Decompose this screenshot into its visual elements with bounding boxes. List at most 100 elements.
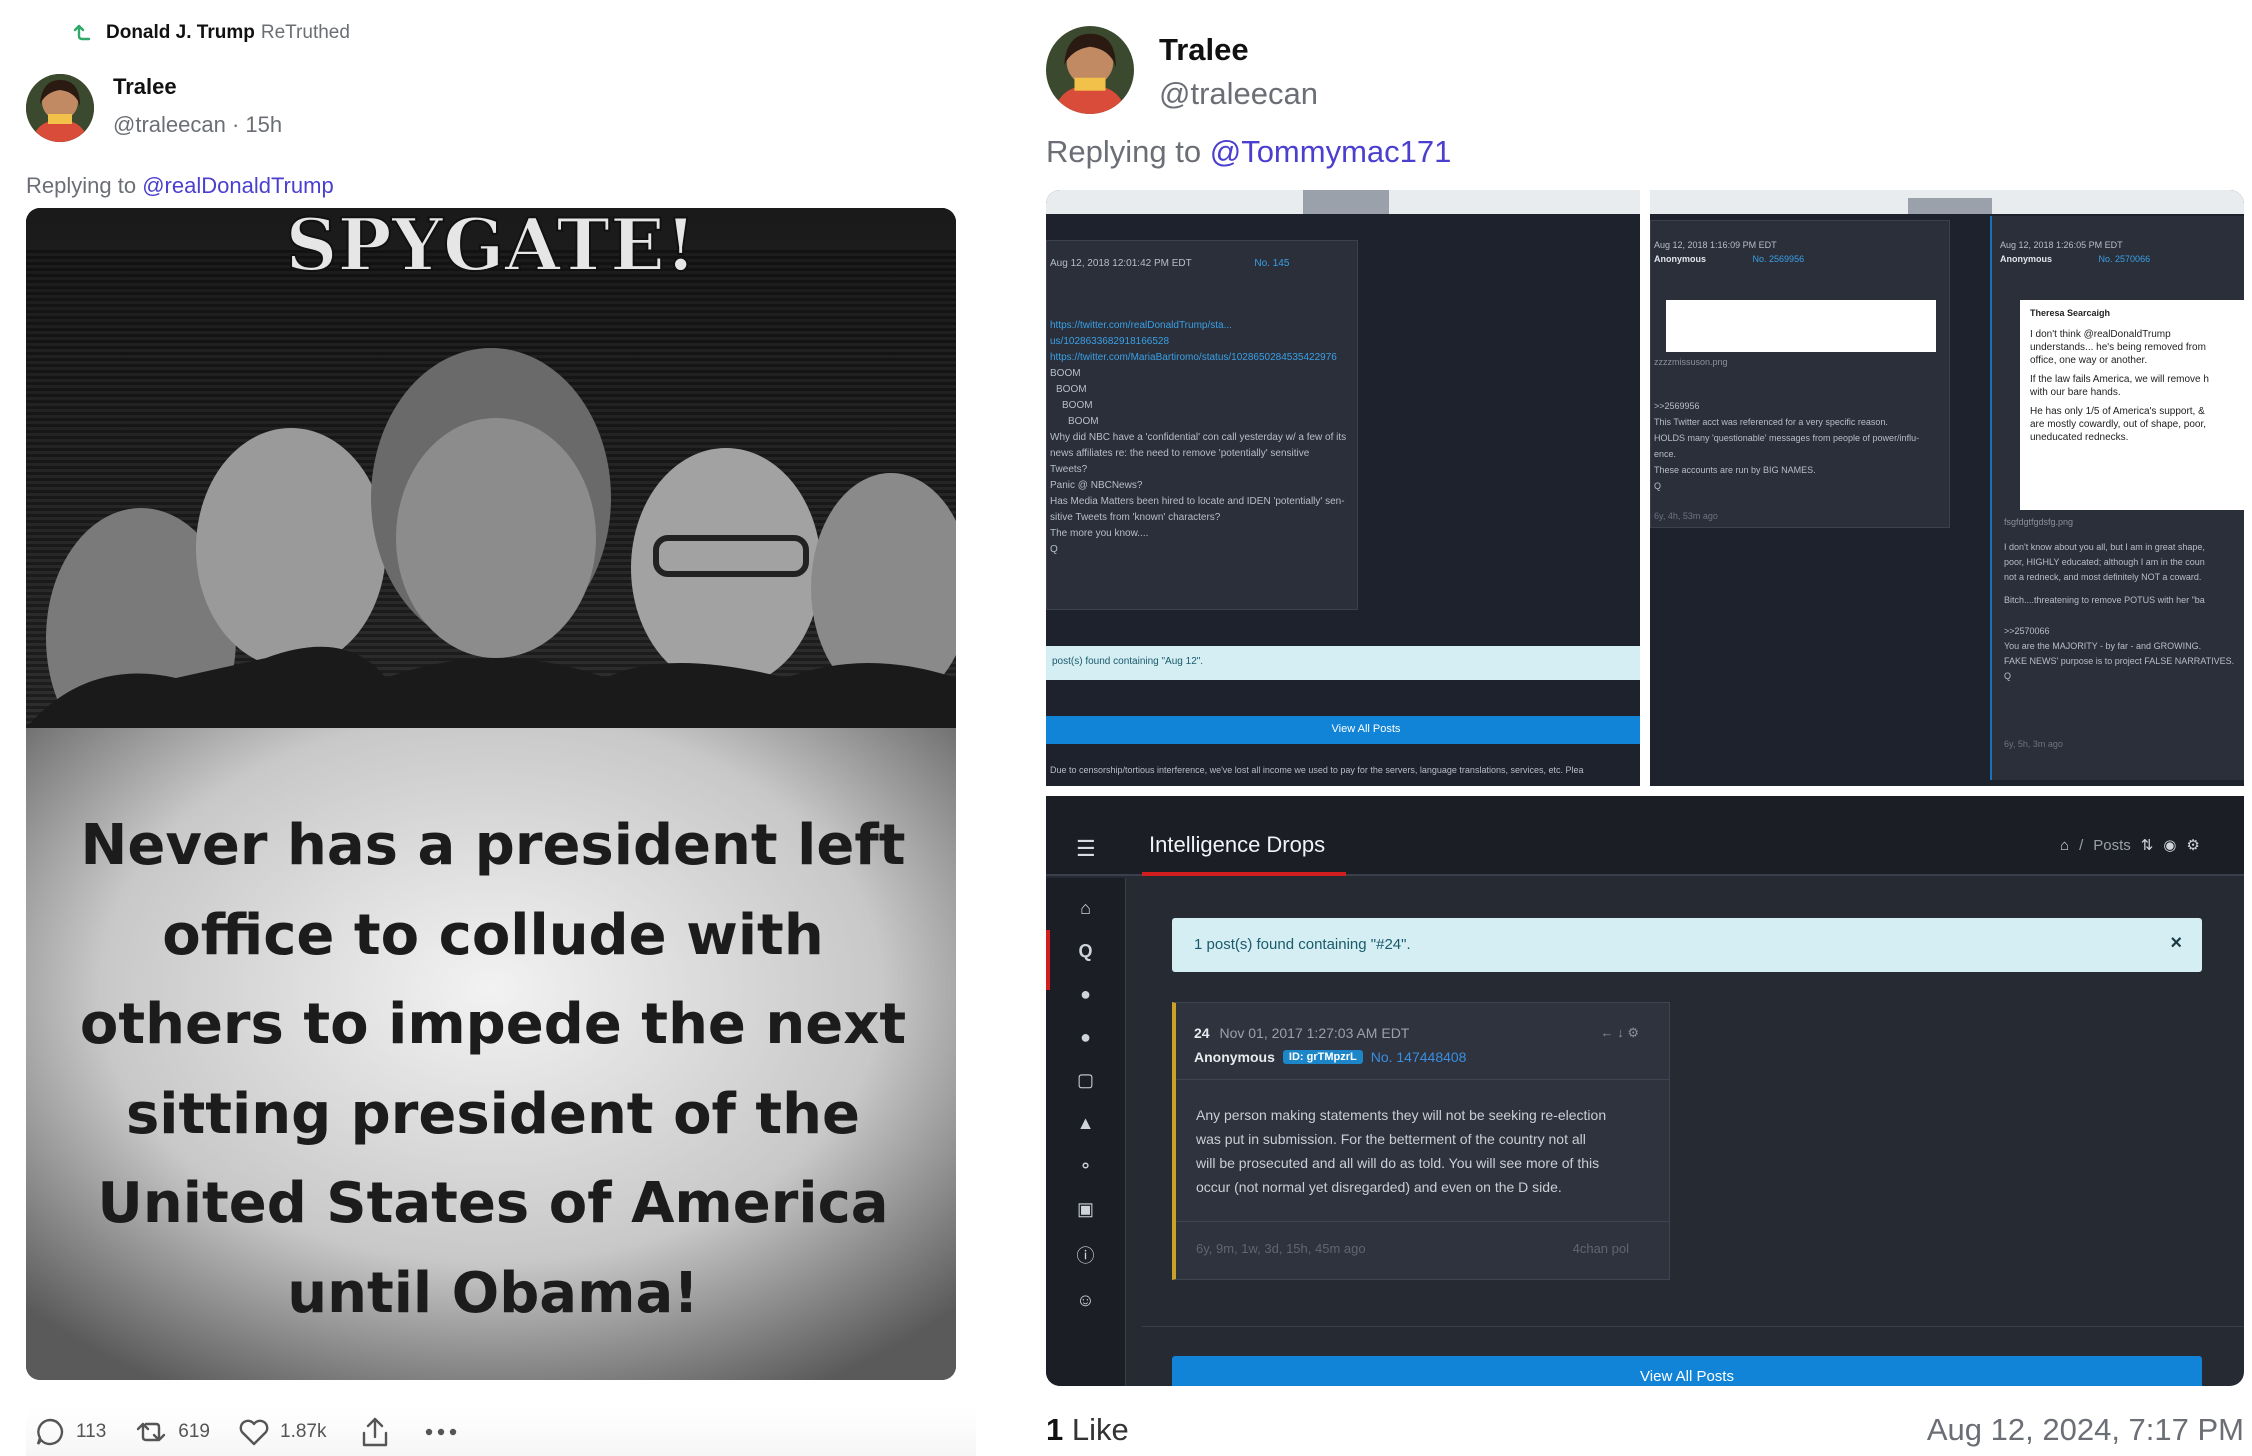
menu-icon[interactable]: ☰ bbox=[1076, 836, 1096, 862]
close-icon[interactable]: × bbox=[2170, 932, 2182, 955]
sort-icon[interactable]: ⇅ bbox=[2141, 836, 2154, 854]
tweet-line: If the law fails America, we will remove… bbox=[2030, 374, 2209, 385]
post-timestamp: Aug 12, 2018 1:26:05 PM EDT bbox=[2000, 240, 2123, 250]
post-actions[interactable]: ← ↓ ⚙ bbox=[1601, 1025, 1639, 1041]
info-icon[interactable]: ⓘ bbox=[1077, 1242, 1095, 1268]
tweet-author: Theresa Searcaigh bbox=[2030, 308, 2111, 318]
user-name[interactable]: Tralee bbox=[1159, 32, 1249, 68]
briefcase-icon[interactable]: ▣ bbox=[1077, 1199, 1094, 1220]
post-number[interactable]: No. 145 bbox=[1254, 258, 1289, 269]
retruth-author[interactable]: Donald J. Trump bbox=[106, 22, 255, 44]
post-line: This Twitter acct was referenced for a v… bbox=[1654, 417, 1888, 427]
apple-icon[interactable]: ● bbox=[1080, 1027, 1091, 1048]
post-link[interactable]: us/1028633682918166528 bbox=[1050, 334, 1346, 350]
post-line: >>2569956 bbox=[1654, 401, 1700, 411]
reply-prefix: Replying to bbox=[1046, 134, 1202, 169]
share-icon[interactable] bbox=[360, 1415, 390, 1449]
post-author: Anonymous bbox=[1654, 254, 1707, 264]
likes-count: 1 bbox=[1046, 1412, 1064, 1447]
id-badge: ID: grTMpzrL bbox=[1282, 1050, 1363, 1064]
post-line: The more you know.... bbox=[1050, 528, 1149, 539]
post-line: BOOM bbox=[1050, 368, 1081, 379]
view-all-posts-button[interactable]: View All Posts bbox=[1046, 723, 1640, 735]
post-line: Panic @ NBCNews? bbox=[1050, 480, 1143, 491]
post-author: Anonymous bbox=[1194, 1049, 1275, 1065]
android-icon[interactable]: ● bbox=[1080, 984, 1091, 1005]
post-line: Any person making statements they will n… bbox=[1196, 1107, 1607, 1123]
reply-count: 113 bbox=[76, 1421, 107, 1442]
post-line: BOOM bbox=[1056, 384, 1087, 395]
post-link[interactable]: https://twitter.com/realDonaldTrump/sta.… bbox=[1050, 318, 1346, 334]
meme-line: United States of America bbox=[97, 1171, 888, 1236]
post-no-link[interactable]: No. 147448408 bbox=[1371, 1049, 1467, 1065]
retruth-label: ReTruthed bbox=[260, 22, 350, 43]
post-line: You are the MAJORITY - by far - and GROW… bbox=[2004, 641, 2202, 651]
post-timestamp: Aug 12, 2018 12:01:42 PM EDT bbox=[1050, 258, 1192, 269]
home-icon[interactable]: ⌂ bbox=[1080, 898, 1091, 919]
board-label: 4chan pol bbox=[1572, 1241, 1629, 1256]
heart-icon bbox=[239, 1419, 269, 1446]
retruth-button[interactable]: 619 bbox=[134, 1417, 210, 1447]
post-line: Bitch....threatening to remove POTUS wit… bbox=[2004, 595, 2205, 605]
user-handle[interactable]: @traleecan bbox=[1159, 76, 1318, 112]
retruth-count: 619 bbox=[178, 1421, 210, 1442]
reply-button[interactable]: 113 bbox=[34, 1416, 106, 1448]
attachment-filename: zzzzmissuson.png bbox=[1654, 357, 1728, 367]
meme-line: others to impede the next bbox=[80, 992, 906, 1057]
post-link[interactable]: https://twitter.com/MariaBartiromo/statu… bbox=[1050, 350, 1346, 366]
like-count: 1.87k bbox=[280, 1421, 327, 1442]
meme-line: office to collude with bbox=[162, 903, 823, 968]
avatar[interactable] bbox=[26, 74, 94, 142]
breadcrumb: ⌂ / Posts ⇅ ◉ ⚙ bbox=[2060, 836, 2200, 855]
meme-line: Never has a president left bbox=[81, 813, 906, 878]
reply-line: Replying to @Tommymac171 bbox=[1046, 134, 1451, 170]
post-line: These accounts are run by BIG NAMES. bbox=[1654, 465, 1816, 475]
q-search-icon[interactable]: Q bbox=[1078, 941, 1092, 962]
post-line: BOOM bbox=[1068, 416, 1099, 427]
view-all-posts-button[interactable]: View All Posts bbox=[1172, 1356, 2202, 1386]
retruth-row: Donald J. Trump ReTruthed bbox=[70, 18, 350, 48]
monitor-icon[interactable]: ▢ bbox=[1077, 1070, 1094, 1091]
post-line: Q bbox=[2004, 671, 2012, 681]
post-date: Aug 12, 2024, 7:17 PM bbox=[1926, 1412, 2244, 1447]
post-line: ence. bbox=[1654, 449, 1677, 459]
post-line: was put in submission. For the bettermen… bbox=[1196, 1131, 1586, 1147]
reply-target-link[interactable]: @Tommymac171 bbox=[1210, 134, 1452, 169]
meme-image[interactable]: SPYGATE! Never has a president left offi… bbox=[26, 208, 956, 1380]
post-line: Has Media Matters been hired to locate a… bbox=[1050, 496, 1345, 507]
tweet-line: understands... he's being removed from bbox=[2030, 342, 2206, 353]
right-post: Tralee @traleecan Replying to @Tommymac1… bbox=[1030, 0, 2252, 1456]
post-line: sitive Tweets from 'known' characters? bbox=[1050, 512, 1221, 523]
post-line: BOOM bbox=[1062, 400, 1093, 411]
user-name[interactable]: Tralee bbox=[113, 74, 177, 100]
reply-line: Replying to @realDonaldTrump bbox=[26, 173, 334, 199]
left-post: Donald J. Trump ReTruthed Tralee @tralee… bbox=[0, 0, 976, 1456]
post-number[interactable]: No. 2569956 bbox=[1753, 254, 1805, 264]
post-line: >>2570066 bbox=[2004, 626, 2050, 636]
breadcrumb-posts[interactable]: Posts bbox=[2093, 837, 2131, 854]
bell-icon[interactable]: ▲ bbox=[1077, 1113, 1095, 1134]
screenshot-a: Aug 12, 2018 12:01:42 PM EDT No. 145 htt… bbox=[1046, 190, 1640, 786]
attachment-filename: fsgfdgtfgdsfg.png bbox=[2004, 517, 2074, 527]
avatar[interactable] bbox=[1046, 26, 1134, 114]
user-handle[interactable]: @traleecan bbox=[113, 112, 226, 137]
tweet-line: with our bare hands. bbox=[2030, 387, 2121, 398]
post-line: occur (not normal yet disregarded) and e… bbox=[1196, 1179, 1562, 1195]
post-number[interactable]: No. 2570066 bbox=[2099, 254, 2151, 264]
likes-summary[interactable]: 1 Like bbox=[1046, 1412, 1129, 1448]
like-button[interactable]: 1.87k bbox=[238, 1417, 326, 1447]
screenshot-c: ☰ Intelligence Drops ⌂ / Posts ⇅ ◉ ⚙ ⌂ Q … bbox=[1046, 796, 2244, 1386]
palette-icon[interactable]: ◉ bbox=[2163, 836, 2176, 854]
more-icon[interactable] bbox=[424, 1427, 458, 1437]
screenshot-b: Aug 12, 2018 1:16:09 PM EDT Anonymous No… bbox=[1650, 190, 2244, 786]
found-text: 1 post(s) found containing "#24". bbox=[1194, 936, 1411, 953]
key-icon[interactable]: ⚬ bbox=[1078, 1156, 1093, 1177]
home-icon[interactable]: ⌂ bbox=[2060, 837, 2069, 854]
post-line: Why did NBC have a 'confidential' con ca… bbox=[1050, 432, 1347, 443]
attached-image[interactable]: Aug 12, 2018 12:01:42 PM EDT No. 145 htt… bbox=[1046, 190, 2244, 1386]
page-title: Intelligence Drops bbox=[1149, 832, 1326, 857]
user-icon[interactable]: ☺ bbox=[1076, 1290, 1094, 1311]
post-age: 6y, 5h, 3m ago bbox=[2004, 739, 2063, 749]
settings-icon[interactable]: ⚙ bbox=[2186, 836, 2199, 854]
reply-target-link[interactable]: @realDonaldTrump bbox=[142, 173, 333, 198]
